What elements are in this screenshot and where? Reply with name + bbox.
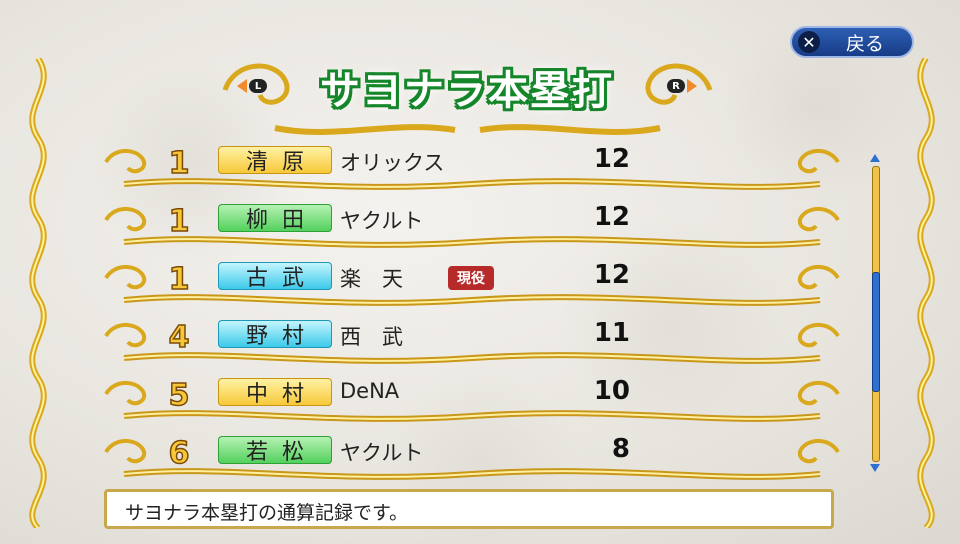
scroll-up-icon[interactable] bbox=[868, 152, 882, 164]
scrollbar-thumb[interactable] bbox=[872, 272, 880, 392]
cross-button-icon: ✕ bbox=[798, 31, 820, 53]
active-player-badge: 現役 bbox=[448, 266, 494, 290]
left-ornament bbox=[29, 58, 47, 528]
ranking-row[interactable]: 1 柳田 ヤクルト 12 bbox=[104, 198, 840, 256]
scrollbar[interactable] bbox=[868, 152, 882, 474]
home-run-count: 12 bbox=[593, 202, 630, 232]
row-ornament bbox=[104, 149, 840, 190]
title-area: L サヨナラ本塁打 R bbox=[215, 50, 720, 140]
team-name: 楽 天 bbox=[340, 267, 403, 291]
home-run-count: 11 bbox=[593, 318, 630, 348]
row-ornament bbox=[104, 323, 840, 364]
rank-number: 6 bbox=[168, 435, 190, 472]
team-name: DeNA bbox=[340, 379, 400, 403]
home-run-count: 8 bbox=[611, 434, 630, 464]
row-ornament bbox=[104, 439, 840, 480]
ranking-row[interactable]: 1 清原 オリックス 12 bbox=[104, 140, 840, 198]
ranking-row[interactable]: 4 野村西 武 11 bbox=[104, 314, 840, 372]
ranking-row[interactable]: 6 若松 ヤクルト 8 bbox=[104, 430, 840, 488]
rank-number: 1 bbox=[168, 261, 190, 298]
ranking-row[interactable]: 1 古武楽 天 現役 12 bbox=[104, 256, 840, 314]
left-arrow-icon bbox=[237, 79, 247, 93]
player-name: 柳田 bbox=[218, 204, 332, 233]
player-name: 中村 bbox=[218, 378, 332, 407]
prev-page-control[interactable]: L bbox=[237, 79, 267, 93]
row-ornament bbox=[104, 207, 840, 248]
team-name: ヤクルト bbox=[340, 209, 424, 233]
back-button[interactable]: ✕ 戻る bbox=[790, 26, 914, 58]
page-title: サヨナラ本塁打 bbox=[320, 68, 614, 114]
row-ornament bbox=[104, 381, 840, 422]
team-name: ヤクルト bbox=[340, 441, 424, 465]
l-button-icon: L bbox=[249, 79, 267, 93]
home-run-count: 12 bbox=[593, 144, 630, 174]
message-box: サヨナラ本塁打の通算記録です。 bbox=[104, 489, 834, 529]
r-button-icon: R bbox=[667, 79, 685, 93]
right-ornament bbox=[917, 58, 935, 528]
ranking-list: 1 清原 オリックス 12 1 柳田 ヤクルト 12 1 古武楽 天現役 12 4 野村西 武 11 5 中村… bbox=[104, 140, 840, 488]
scroll-down-icon[interactable] bbox=[868, 462, 882, 474]
right-arrow-icon bbox=[687, 79, 697, 93]
home-run-count: 12 bbox=[593, 260, 630, 290]
ranking-row[interactable]: 5 中村 DeNA 10 bbox=[104, 372, 840, 430]
rank-number: 1 bbox=[168, 203, 190, 240]
home-run-count: 10 bbox=[593, 376, 630, 406]
player-name: 清原 bbox=[218, 146, 332, 175]
team-name: オリックス bbox=[340, 151, 445, 175]
player-name: 若松 bbox=[218, 436, 332, 465]
next-page-control[interactable]: R bbox=[667, 79, 697, 93]
rank-number: 1 bbox=[168, 145, 190, 182]
rank-number: 4 bbox=[168, 319, 190, 356]
team-name: 西 武 bbox=[340, 325, 403, 349]
rank-number: 5 bbox=[168, 377, 190, 414]
back-label: 戻る bbox=[846, 32, 885, 55]
player-name: 野村 bbox=[218, 320, 332, 349]
player-name: 古武 bbox=[218, 262, 332, 291]
